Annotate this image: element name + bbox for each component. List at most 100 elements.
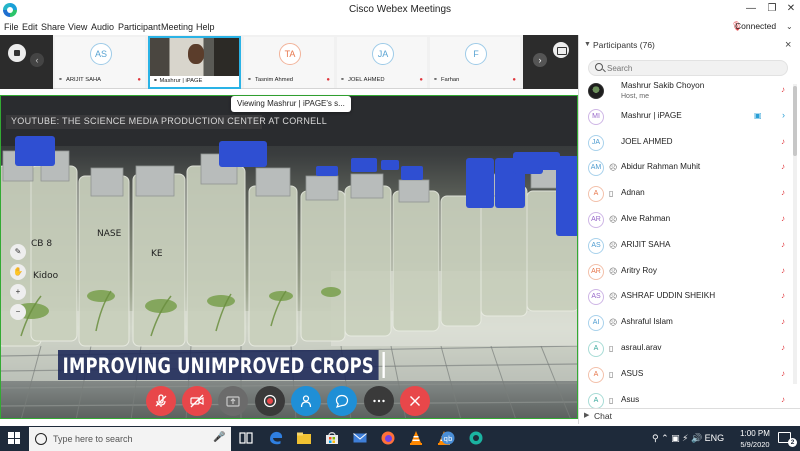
microphone-muted-icon[interactable]: ♪ — [781, 137, 785, 146]
participants-button[interactable] — [291, 386, 321, 416]
thumbnail-arijit-saha[interactable]: AS ⚭ ARIJIT SAHA ● — [55, 37, 145, 88]
menu-view[interactable]: View — [68, 22, 87, 32]
close-panel-icon[interactable]: × — [785, 39, 791, 51]
participants-panel-title[interactable]: Participants (76) — [593, 40, 655, 50]
panel-scrollbar-thumb[interactable] — [793, 86, 797, 156]
annotate-icon[interactable]: ✎ — [10, 244, 26, 260]
headset-icon: ☹ — [609, 215, 618, 224]
restore-icon[interactable]: ❐ — [763, 2, 781, 16]
record-button[interactable] — [255, 386, 285, 416]
taskbar-clock-time[interactable]: 1:00 PM — [735, 429, 775, 438]
task-view-icon[interactable] — [238, 430, 254, 446]
pan-icon[interactable]: ✋ — [10, 264, 26, 280]
participant-row[interactable]: A ▯ Adnan ♪ — [579, 181, 791, 207]
participant-row[interactable]: MI Mashrur | iPAGE ▣ › — [579, 104, 791, 130]
minimize-icon[interactable]: — — [742, 2, 760, 16]
webex-icon[interactable] — [468, 430, 484, 446]
microphone-muted-icon[interactable]: ♪ — [781, 85, 785, 94]
participant-row[interactable]: A ▯ ASUS ♪ — [579, 362, 791, 388]
microphone-muted-icon[interactable]: ♪ — [781, 291, 785, 300]
headset-icon: ⚭ — [340, 77, 345, 83]
chevron-right-icon[interactable]: › — [533, 53, 547, 67]
microphone-muted-icon[interactable]: ♪ — [781, 395, 785, 404]
microphone-muted-icon[interactable]: ♪ — [781, 214, 785, 223]
participant-row[interactable]: AR ☹ Alve Rahman ♪ — [579, 207, 791, 233]
chevron-left-icon[interactable]: ‹ — [30, 53, 44, 67]
menu-file[interactable]: File — [4, 22, 19, 32]
participant-row[interactable]: Mashrur Sakib Choyon Host, me ♪ — [579, 78, 791, 104]
chat-section[interactable] — [579, 408, 800, 424]
menu-help[interactable]: Help — [196, 22, 215, 32]
participant-row[interactable]: AS ☹ ASHRAF UDDIN SHEIKH ♪ — [579, 284, 791, 310]
microphone-icon[interactable]: 🎤 — [213, 432, 225, 443]
phone-icon: ▯ — [609, 395, 614, 405]
share-icon — [226, 396, 240, 407]
mail-icon[interactable] — [352, 430, 368, 446]
avatar: JA — [372, 43, 394, 65]
more-button[interactable] — [364, 386, 394, 416]
file-explorer-icon[interactable] — [296, 430, 312, 446]
chevron-right-icon[interactable]: › — [782, 110, 785, 120]
microphone-muted-icon[interactable]: ♪ — [781, 343, 785, 352]
taskbar-search-placeholder[interactable]: Type here to search — [53, 434, 133, 444]
edge-icon[interactable] — [268, 430, 284, 446]
leave-button[interactable] — [400, 386, 430, 416]
chevron-down-icon[interactable]: ⌄ — [786, 22, 793, 31]
participant-row[interactable]: AI ☹ Ashraful Islam ♪ — [579, 310, 791, 336]
thumbnail-tasnim-ahmed[interactable]: TA ⚭ Tasnim Ahmed ● — [244, 37, 334, 88]
stop-video-button[interactable] — [182, 386, 212, 416]
participant-avatar: AM — [588, 160, 604, 177]
qbittorrent-icon[interactable]: qb — [440, 430, 456, 446]
connection-status[interactable]: Connected — [735, 21, 776, 31]
chevron-down-icon[interactable]: ▼ — [584, 41, 591, 48]
chevron-right-icon[interactable]: ▶ — [584, 411, 589, 419]
participant-row[interactable]: A ▯ asraul.arav ♪ — [579, 336, 791, 362]
search-icon — [595, 63, 603, 71]
headset-icon: ☹ — [609, 266, 618, 276]
vlc-icon[interactable] — [408, 430, 424, 446]
menu-meeting[interactable]: Meeting — [161, 22, 193, 32]
thumbnail-joel-ahmed[interactable]: JA ⚭ JOEL AHMED ● — [337, 37, 427, 88]
close-icon[interactable]: ✕ — [782, 2, 800, 16]
participant-name: JOEL AHMED — [621, 136, 673, 146]
taskbar-clock-date[interactable]: 5/9/2020 — [735, 440, 775, 449]
chat-label[interactable]: Chat — [594, 411, 612, 421]
microphone-muted-icon[interactable]: ♪ — [781, 317, 785, 326]
microphone-muted-icon[interactable]: ♪ — [781, 162, 785, 171]
microphone-muted-icon: ● — [419, 77, 423, 83]
participant-search-input[interactable] — [607, 63, 777, 74]
menu-share[interactable]: Share — [41, 22, 65, 32]
share-button[interactable] — [218, 386, 248, 416]
participant-row[interactable]: AM ☹ Abidur Rahman Muhit ♪ — [579, 155, 791, 181]
menu-edit[interactable]: Edit — [22, 22, 38, 32]
cortana-icon — [35, 433, 47, 445]
participant-search-box[interactable] — [588, 60, 788, 76]
firefox-icon[interactable] — [380, 430, 396, 446]
thumbnail-mashrur-ipage[interactable]: ⚭ Mashrur | iPAGE — [148, 36, 241, 89]
system-tray[interactable]: ⚲ ⌃ ▣ ⚡ 🔊 ENG — [652, 433, 724, 444]
zoom-out-icon[interactable]: − — [10, 304, 26, 320]
participant-row[interactable]: AS ☹ ARIJIT SAHA ♪ — [579, 233, 791, 259]
headset-icon: ☹ — [609, 318, 618, 328]
microphone-muted-icon[interactable]: ♪ — [781, 266, 785, 275]
mute-button[interactable] — [146, 386, 176, 416]
microphone-muted-icon[interactable]: ♪ — [781, 369, 785, 378]
microphone-muted-icon[interactable]: ♪ — [781, 188, 785, 197]
store-icon[interactable] — [324, 430, 340, 446]
zoom-in-icon[interactable]: + — [10, 284, 26, 300]
participant-row[interactable]: JA JOEL AHMED ♪ — [579, 130, 791, 156]
menu-audio[interactable]: Audio — [91, 22, 114, 32]
chat-button[interactable] — [327, 386, 357, 416]
person-icon — [300, 395, 312, 408]
thumbnail-farhan[interactable]: F ⚭ Farhan ● — [430, 37, 520, 88]
full-screen-icon[interactable] — [553, 42, 569, 58]
windows-start-icon[interactable] — [8, 432, 20, 444]
menu-participant[interactable]: Participant — [118, 22, 161, 32]
headset-icon: ⚭ — [433, 77, 438, 83]
layout-toggle-icon[interactable] — [8, 44, 26, 62]
microphone-muted-icon[interactable]: ♪ — [781, 240, 785, 249]
participant-avatar: MI — [588, 108, 604, 125]
participant-row[interactable]: AR ☹ Aritry Roy ♪ — [579, 259, 791, 285]
participant-avatar: AR — [588, 212, 604, 228]
thumbnail-strip-right — [523, 35, 578, 89]
